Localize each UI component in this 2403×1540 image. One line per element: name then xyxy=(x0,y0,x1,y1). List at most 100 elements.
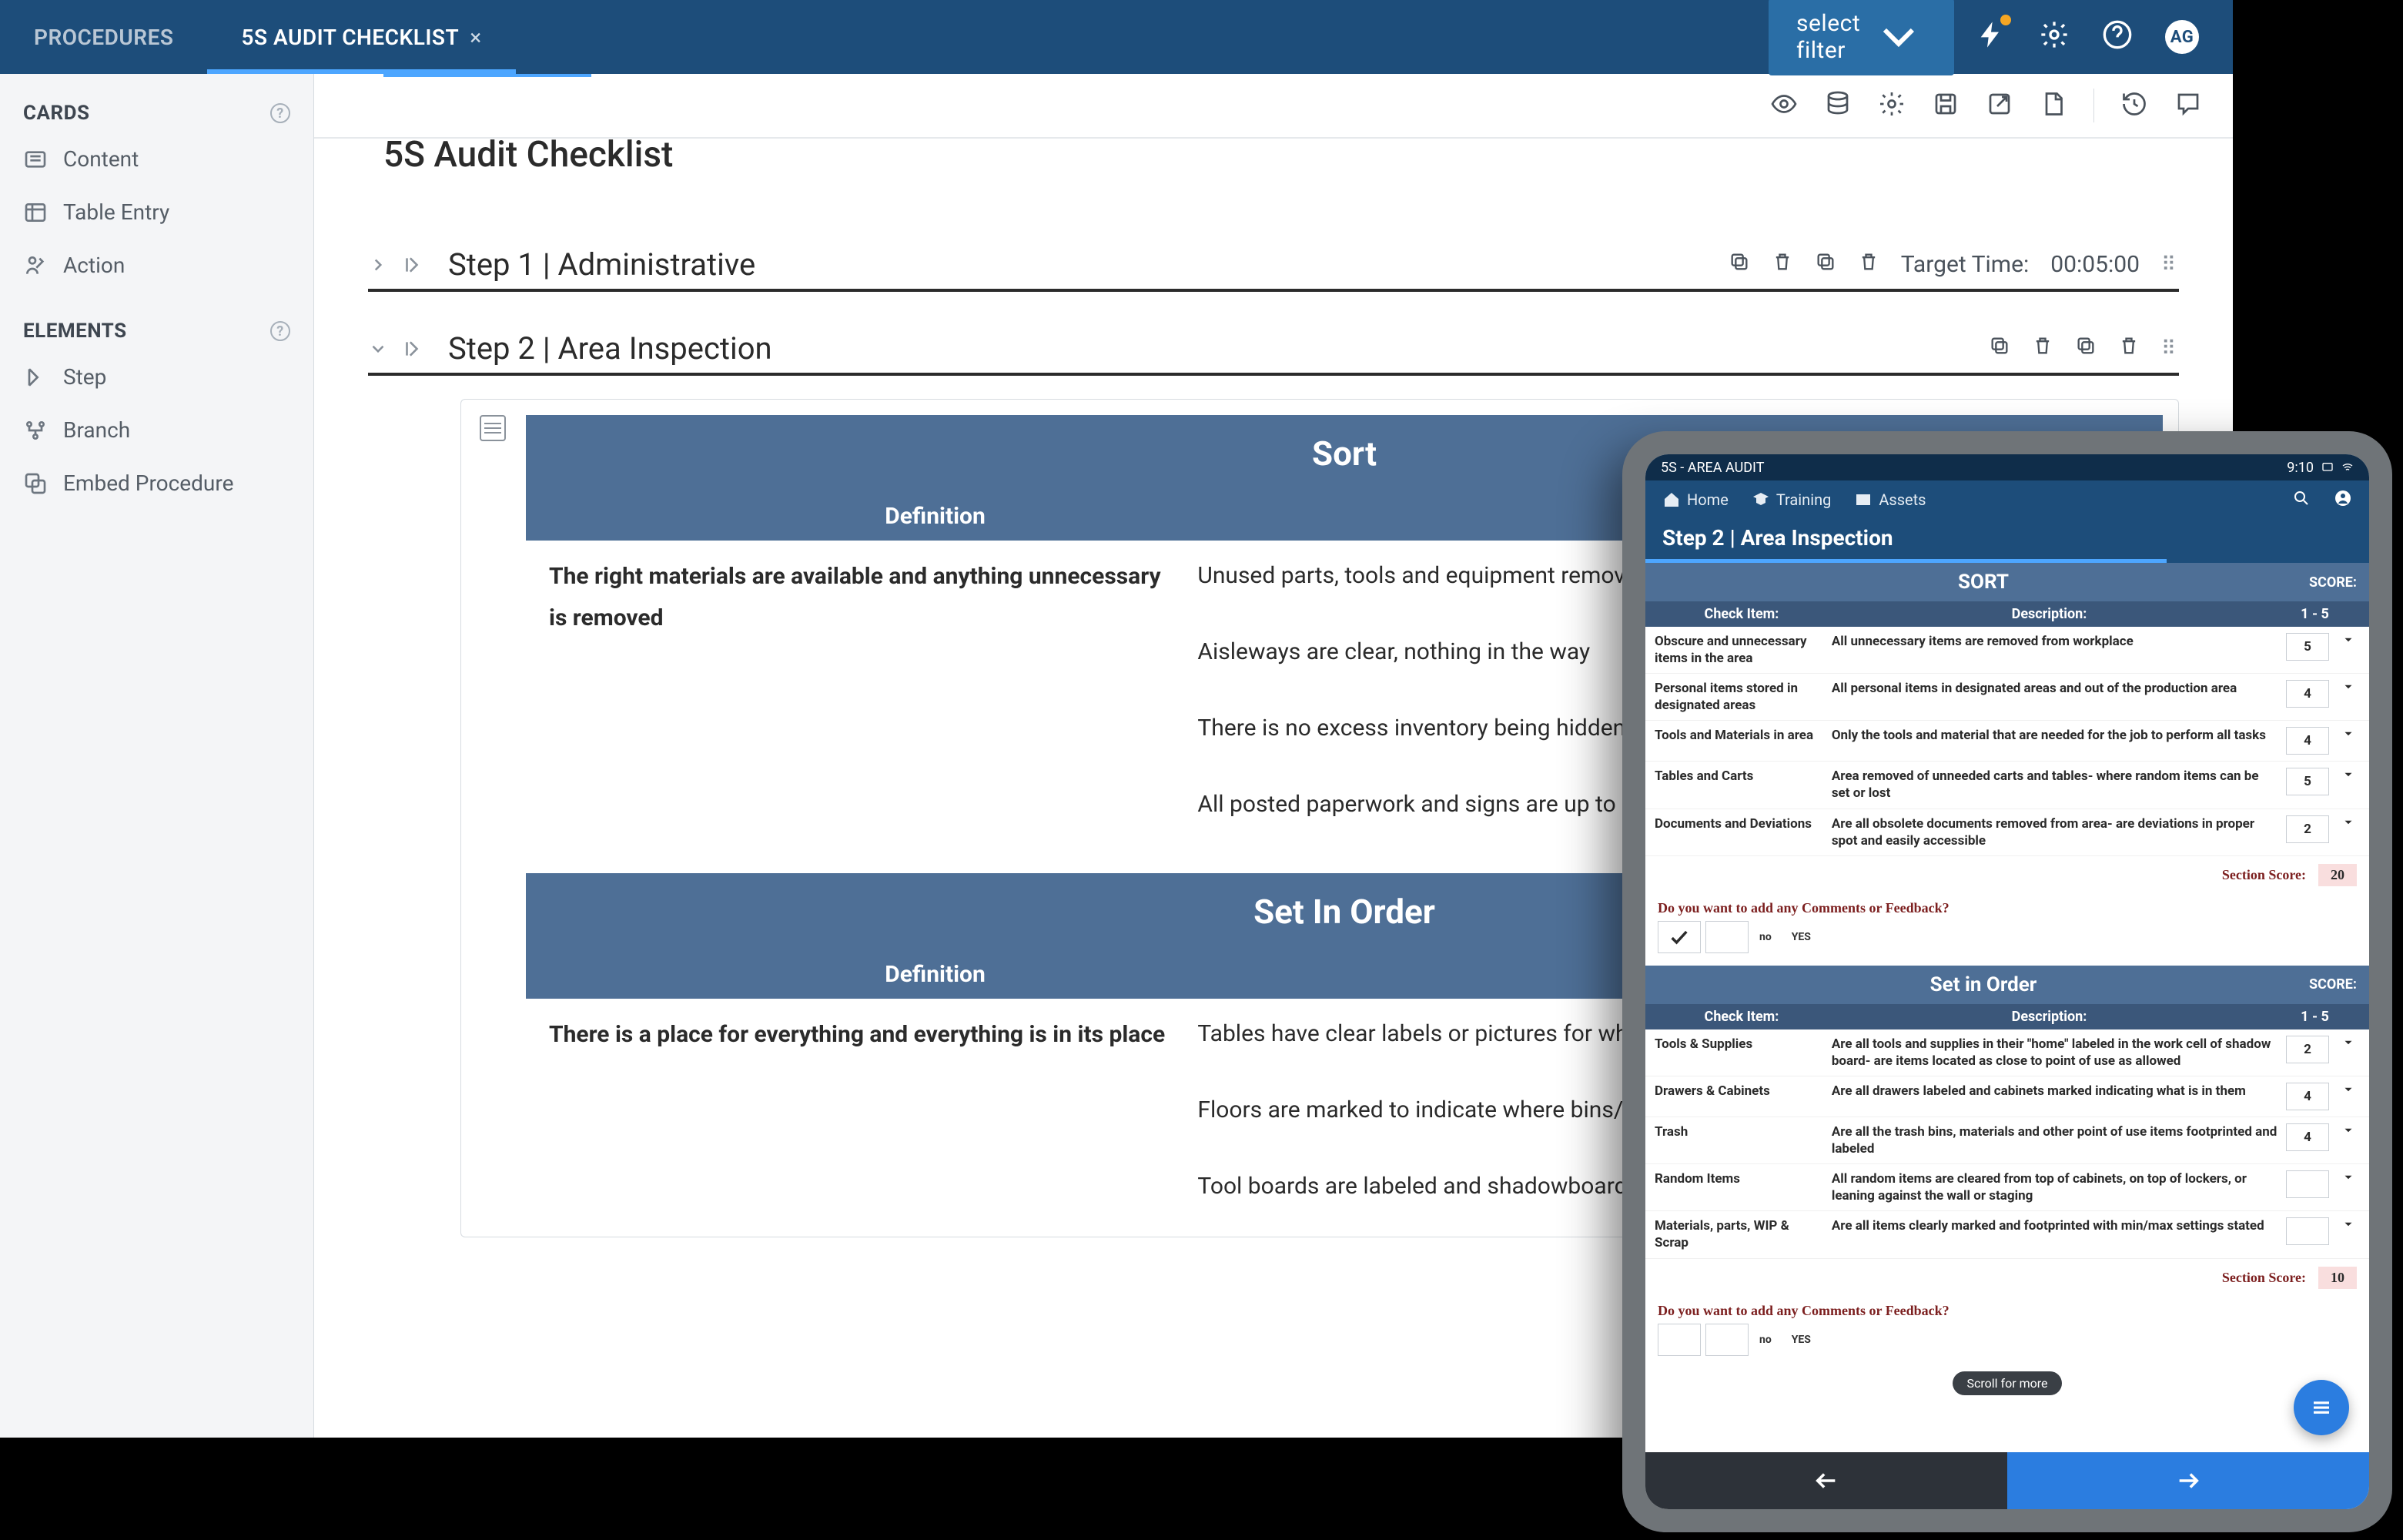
t-row-score[interactable]: 4 xyxy=(2286,680,2329,708)
copy2-button[interactable] xyxy=(2075,335,2097,363)
t-row-caret[interactable] xyxy=(2337,768,2360,782)
copy2-button[interactable] xyxy=(1815,251,1836,279)
bolt-button[interactable] xyxy=(1976,19,2006,55)
t-row: Personal items stored in designated area… xyxy=(1645,674,2369,721)
delete2-button[interactable] xyxy=(2118,335,2140,363)
sidebar-card-action[interactable]: Action xyxy=(0,239,313,292)
tablet-fab[interactable] xyxy=(2294,1380,2349,1435)
export-button[interactable] xyxy=(1986,90,2013,121)
tablet-device: 5S - AREA AUDIT 9:10 Home Training Asset… xyxy=(1622,431,2392,1532)
avatar-initials: AG xyxy=(2170,28,2194,47)
database-button[interactable] xyxy=(1824,90,1852,121)
tablet-nav-home[interactable]: Home xyxy=(1662,490,1729,509)
search-icon xyxy=(2292,489,2311,507)
t-row: Random Items All random items are cleare… xyxy=(1645,1164,2369,1211)
t-row-score[interactable]: 4 xyxy=(2286,1123,2329,1151)
t-row-desc: All random items are cleared from top of… xyxy=(1832,1170,2278,1204)
delete-button[interactable] xyxy=(2032,335,2053,363)
sidebar-element-embed[interactable]: Embed Procedure xyxy=(0,457,313,510)
history-icon xyxy=(2120,90,2148,118)
step-2-actions: ⠿ xyxy=(1989,335,2179,363)
cast-icon xyxy=(2321,461,2334,474)
preview-button[interactable] xyxy=(1770,90,1798,121)
t-row-score[interactable]: 4 xyxy=(2286,1083,2329,1110)
step-2-title[interactable]: Step 2 | Area Inspection xyxy=(448,330,772,367)
gear-icon xyxy=(2039,19,2070,50)
tablet-search-button[interactable] xyxy=(2292,489,2311,511)
sidebar-element-step[interactable]: Step xyxy=(0,350,313,403)
sidebar-element-branch[interactable]: Branch xyxy=(0,403,313,457)
t-row-caret[interactable] xyxy=(2337,680,2360,694)
t-sort-toggle-box[interactable] xyxy=(1658,921,1701,953)
tab-procedures[interactable]: PROCEDURES xyxy=(0,0,207,74)
t-row-caret[interactable] xyxy=(2337,1217,2360,1231)
branch-icon xyxy=(23,418,48,443)
t-sio-title: Set in Order xyxy=(1658,973,2309,996)
help-button[interactable] xyxy=(2102,19,2133,55)
gear-outline-icon xyxy=(1878,90,1906,118)
delete-button[interactable] xyxy=(1772,251,1793,279)
tablet-next-button[interactable] xyxy=(2007,1452,2369,1509)
copy-button[interactable] xyxy=(1729,251,1750,279)
t-row-item: Trash xyxy=(1655,1123,1824,1140)
close-tab-icon[interactable]: × xyxy=(470,25,481,50)
tablet-nav-training[interactable]: Training xyxy=(1752,490,1832,509)
settings-button[interactable] xyxy=(2039,19,2070,55)
content-icon xyxy=(23,147,48,172)
t-row-desc: Are all obsolete documents removed from … xyxy=(1832,815,2278,849)
t-sort-toggle-box2[interactable] xyxy=(1705,921,1749,953)
t-score-label: SCORE: xyxy=(2309,976,2357,993)
select-filter-dropdown[interactable]: select filter xyxy=(1769,0,1954,75)
sidebar-card-table-entry[interactable]: Table Entry xyxy=(0,186,313,239)
t-row-score[interactable]: 4 xyxy=(2286,727,2329,755)
step-2-collapse[interactable] xyxy=(368,339,422,359)
step-1-actions: Target Time: 00:05:00 ⠿ xyxy=(1729,251,2179,279)
toolbar-divider xyxy=(2093,89,2094,122)
t-row-score[interactable]: 2 xyxy=(2286,815,2329,843)
tablet-scroll[interactable]: SORT SCORE: Check Item: Description: 1 -… xyxy=(1645,563,2369,1452)
configure-button[interactable] xyxy=(1878,90,1906,121)
tablet-account-button[interactable] xyxy=(2334,489,2352,511)
t-row-caret[interactable] xyxy=(2337,633,2360,647)
t-row-caret[interactable] xyxy=(2337,815,2360,829)
save-button[interactable] xyxy=(1932,90,1960,121)
t-sio-score-val: 10 xyxy=(2318,1267,2357,1289)
cards-help-icon[interactable]: ? xyxy=(270,103,290,123)
t-row-score[interactable]: 5 xyxy=(2286,633,2329,661)
pdf-icon xyxy=(2040,90,2067,118)
t-sio-toggle-box[interactable] xyxy=(1658,1324,1701,1356)
target-time-value[interactable]: 00:05:00 xyxy=(2050,251,2140,278)
sidebar-card-content[interactable]: Content xyxy=(0,132,313,186)
copy-button[interactable] xyxy=(1989,335,2010,363)
tablet-screen: 5S - AREA AUDIT 9:10 Home Training Asset… xyxy=(1645,454,2369,1509)
tab-active[interactable]: 5S AUDIT CHECKLIST × xyxy=(207,0,515,74)
drag-handle-icon[interactable]: ⠿ xyxy=(2161,337,2179,360)
range-label: 1 - 5 xyxy=(2273,1009,2357,1025)
t-row-desc: Are all items clearly marked and footpri… xyxy=(1832,1217,2278,1234)
t-row-caret[interactable] xyxy=(2337,727,2360,741)
t-row-caret[interactable] xyxy=(2337,1170,2360,1184)
tablet-nav-assets[interactable]: Assets xyxy=(1854,490,1926,509)
user-avatar[interactable]: AG xyxy=(2165,20,2199,54)
pdf-button[interactable] xyxy=(2040,90,2067,121)
elements-help-icon[interactable]: ? xyxy=(270,321,290,341)
tablet-back-button[interactable] xyxy=(1645,1452,2007,1509)
history-button[interactable] xyxy=(2120,90,2148,121)
drag-handle-icon[interactable]: ⠿ xyxy=(2161,253,2179,276)
step-1-title[interactable]: Step 1 | Administrative xyxy=(448,246,755,283)
t-row-caret[interactable] xyxy=(2337,1036,2360,1050)
t-row-caret[interactable] xyxy=(2337,1083,2360,1096)
t-row-score[interactable]: 5 xyxy=(2286,768,2329,795)
t-row-score[interactable]: 2 xyxy=(2286,1036,2329,1063)
delete2-button[interactable] xyxy=(1858,251,1879,279)
t-row-item: Tables and Carts xyxy=(1655,768,1824,785)
topbar: PROCEDURES 5S AUDIT CHECKLIST × select f… xyxy=(0,0,2233,74)
t-row-caret[interactable] xyxy=(2337,1123,2360,1137)
comment-button[interactable] xyxy=(2174,90,2202,121)
step-1-collapse[interactable] xyxy=(368,255,422,275)
t-sio-toggle-box2[interactable] xyxy=(1705,1324,1749,1356)
t-row-score[interactable] xyxy=(2286,1217,2329,1245)
cards-group-title: CARDS ? xyxy=(0,89,313,132)
t-row-score[interactable] xyxy=(2286,1170,2329,1198)
target-time-label: Target Time: xyxy=(1901,251,2030,278)
